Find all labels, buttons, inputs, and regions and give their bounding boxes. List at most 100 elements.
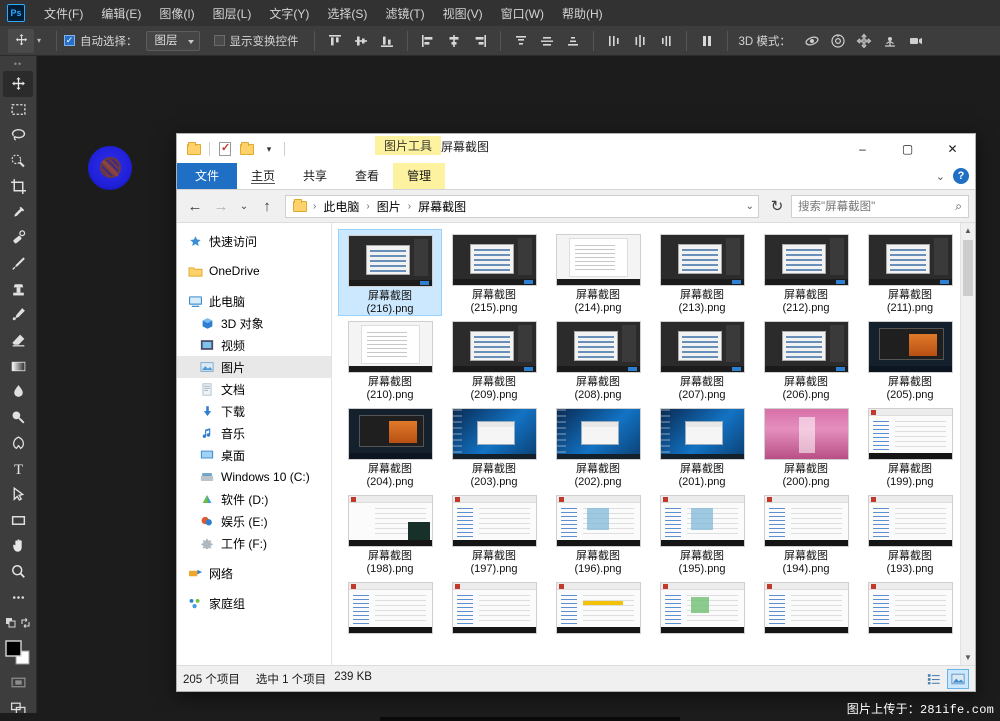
dodge-tool-icon[interactable] xyxy=(3,405,33,431)
crumb-separator-0[interactable]: › xyxy=(312,201,317,212)
maximize-button[interactable]: ▢ xyxy=(885,134,930,164)
recent-locations-button[interactable]: ⌄ xyxy=(235,194,253,218)
explorer-titlebar[interactable]: ▾ 图片工具 屏幕截图 – ▢ ✕ xyxy=(177,134,975,164)
file-item[interactable]: 屏幕截图(207).png xyxy=(650,316,754,403)
menu-item-filter[interactable]: 滤镜(T) xyxy=(376,3,433,24)
tab-file[interactable]: 文件 xyxy=(177,163,237,189)
distribute-horizontal-centers-icon[interactable] xyxy=(630,31,650,51)
distribute-right-edges-icon[interactable] xyxy=(656,31,676,51)
file-list-pane[interactable]: 屏幕截图(216).png屏幕截图(215).png屏幕截图(214).png屏… xyxy=(332,223,975,665)
file-item[interactable]: 屏幕截图(203).png xyxy=(442,403,546,490)
menu-item-select[interactable]: 选择(S) xyxy=(318,3,376,24)
file-item[interactable]: 屏幕截图(197).png xyxy=(442,490,546,577)
address-dropdown-icon[interactable]: ⌄ xyxy=(746,201,754,212)
search-input[interactable]: 搜索"屏幕截图" ⌕ xyxy=(791,195,969,218)
sidebar-item-windows-c[interactable]: Windows 10 (C:) xyxy=(177,466,331,488)
help-icon[interactable]: ? xyxy=(953,168,969,184)
sidebar-item-homegroup[interactable]: 家庭组 xyxy=(177,592,331,614)
file-item[interactable]: 屏幕截图(194).png xyxy=(754,490,858,577)
distribute-vertical-centers-icon[interactable] xyxy=(537,31,557,51)
foreground-background-color-icon[interactable] xyxy=(3,636,33,670)
file-item[interactable]: 屏幕截图(198).png xyxy=(338,490,442,577)
forward-button[interactable]: → xyxy=(209,194,233,218)
large-icons-view-icon[interactable] xyxy=(947,669,969,689)
menu-item-layer[interactable]: 图层(L) xyxy=(204,3,261,24)
align-right-edges-icon[interactable] xyxy=(470,31,490,51)
file-item[interactable]: 屏幕截图(201).png xyxy=(650,403,754,490)
move-tool-icon[interactable] xyxy=(8,29,34,53)
new-folder-icon[interactable] xyxy=(237,139,257,159)
hand-tool-icon[interactable] xyxy=(3,533,33,559)
lasso-icon[interactable] xyxy=(3,123,33,149)
pen-tool-icon[interactable] xyxy=(3,430,33,456)
healing-brush-icon[interactable] xyxy=(3,225,33,251)
refresh-button[interactable]: ↻ xyxy=(765,194,789,218)
align-left-edges-icon[interactable] xyxy=(418,31,438,51)
auto-select-checkbox[interactable]: ✓ xyxy=(64,35,75,46)
menu-item-type[interactable]: 文字(Y) xyxy=(260,3,318,24)
distribute-left-edges-icon[interactable] xyxy=(604,31,624,51)
file-item[interactable]: 屏幕截图(209).png xyxy=(442,316,546,403)
orbit-3d-icon[interactable] xyxy=(802,31,822,51)
save-icon[interactable] xyxy=(184,139,204,159)
sidebar-item-documents[interactable]: 文档 xyxy=(177,378,331,400)
search-icon[interactable]: ⌕ xyxy=(955,199,962,214)
path-selection-icon[interactable] xyxy=(3,482,33,508)
scale-3d-icon[interactable] xyxy=(906,31,926,51)
quick-mask-icon[interactable] xyxy=(3,670,33,696)
sidebar-item-music[interactable]: 音乐 xyxy=(177,422,331,444)
blur-tool-icon[interactable] xyxy=(3,379,33,405)
auto-align-layers-icon[interactable] xyxy=(697,31,717,51)
align-horizontal-centers-icon[interactable] xyxy=(444,31,464,51)
move-tool-icon[interactable] xyxy=(3,71,33,97)
eraser-tool-icon[interactable] xyxy=(3,328,33,354)
menu-item-file[interactable]: 文件(F) xyxy=(35,3,92,24)
file-item[interactable]: 屏幕截图(196).png xyxy=(546,490,650,577)
menu-item-help[interactable]: 帮助(H) xyxy=(553,3,612,24)
file-item[interactable]: 屏幕截图(195).png xyxy=(650,490,754,577)
quick-selection-icon[interactable] xyxy=(3,148,33,174)
close-button[interactable]: ✕ xyxy=(930,134,975,164)
address-bar[interactable]: › 此电脑 › 图片 › 屏幕截图 ⌄ xyxy=(285,195,759,218)
crumb-separator-1[interactable]: › xyxy=(365,201,370,212)
zoom-tool-icon[interactable] xyxy=(3,559,33,585)
sidebar-item-desktop[interactable]: 桌面 xyxy=(177,444,331,466)
menu-item-edit[interactable]: 编辑(E) xyxy=(92,3,150,24)
distribute-top-edges-icon[interactable] xyxy=(511,31,531,51)
file-item[interactable]: 屏幕截图(206).png xyxy=(754,316,858,403)
sidebar-item-pictures[interactable]: 图片 xyxy=(177,356,331,378)
file-item[interactable]: 屏幕截图(211).png xyxy=(858,229,962,316)
roll-3d-icon[interactable] xyxy=(828,31,848,51)
gradient-tool-icon[interactable] xyxy=(3,353,33,379)
file-item[interactable] xyxy=(650,577,754,664)
file-item[interactable]: 屏幕截图(199).png xyxy=(858,403,962,490)
tab-share[interactable]: 共享 xyxy=(289,163,341,189)
align-vertical-centers-icon[interactable] xyxy=(351,31,371,51)
crumb-separator-2[interactable]: › xyxy=(407,201,412,212)
file-item[interactable] xyxy=(754,577,858,664)
file-item[interactable]: 屏幕截图(200).png xyxy=(754,403,858,490)
file-item[interactable]: 屏幕截图(204).png xyxy=(338,403,442,490)
file-item[interactable]: 屏幕截图(193).png xyxy=(858,490,962,577)
minimize-button[interactable]: – xyxy=(840,134,885,164)
auto-select-target-dropdown[interactable]: 图层 xyxy=(146,31,200,51)
back-button[interactable]: ← xyxy=(183,194,207,218)
rectangular-marquee-icon[interactable] xyxy=(3,97,33,123)
chevron-down-icon[interactable]: ⌄ xyxy=(936,170,945,183)
sidebar-item-drive-f[interactable]: 工作 (F:) xyxy=(177,532,331,554)
file-item[interactable]: 屏幕截图(210).png xyxy=(338,316,442,403)
sidebar-item-videos[interactable]: 视频 xyxy=(177,334,331,356)
breadcrumb-screenshots[interactable]: 屏幕截图 xyxy=(414,198,470,215)
file-item[interactable]: 屏幕截图(214).png xyxy=(546,229,650,316)
tool-panel-grip[interactable]: •• xyxy=(0,56,36,71)
menu-item-window[interactable]: 窗口(W) xyxy=(492,3,553,24)
sidebar-item-drive-e[interactable]: 娱乐 (E:) xyxy=(177,510,331,532)
menu-item-image[interactable]: 图像(I) xyxy=(150,3,203,24)
breadcrumb-this-pc[interactable]: 此电脑 xyxy=(319,198,363,215)
align-top-edges-icon[interactable] xyxy=(325,31,345,51)
sidebar-item-network[interactable]: 网络 xyxy=(177,562,331,584)
sidebar-item-this-pc[interactable]: 此电脑 xyxy=(177,290,331,312)
properties-icon[interactable] xyxy=(215,139,235,159)
crop-tool-icon[interactable] xyxy=(3,174,33,200)
rectangle-shape-icon[interactable] xyxy=(3,507,33,533)
